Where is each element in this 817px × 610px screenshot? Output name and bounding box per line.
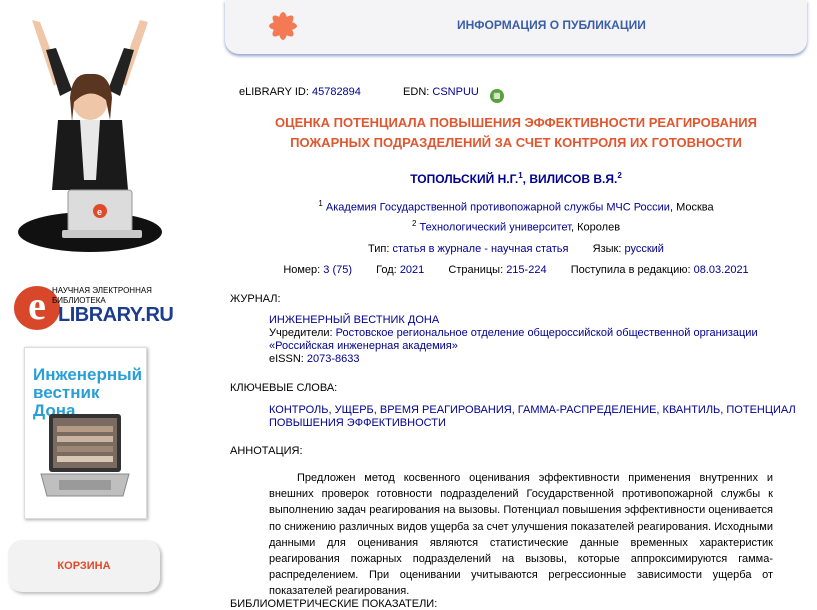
- svg-text:e: e: [97, 207, 102, 217]
- page-title: ИНФОРМАЦИЯ О ПУБЛИКАЦИИ: [457, 18, 646, 32]
- bibliometrics-section-label: БИБЛИОМЕТРИЧЕСКИЕ ПОКАЗАТЕЛИ:: [230, 598, 438, 610]
- affiliation-link[interactable]: Академия Государственной противопожарной…: [326, 202, 670, 214]
- author-link[interactable]: ТОПОЛЬСКИЙ Н.Г.: [410, 172, 518, 186]
- pages-label: Страницы:: [448, 264, 504, 276]
- publication-ids: eLIBRARY ID: 45782894 EDN: CSNPUU ▦: [239, 86, 504, 103]
- journal-block: ИНЖЕНЕРНЫЙ ВЕСТНИК ДОНА Учредители: Рост…: [269, 314, 758, 366]
- elibrary-id-label: eLIBRARY ID:: [239, 86, 309, 98]
- language-value: русский: [624, 243, 664, 255]
- aff-sup: 1: [318, 199, 323, 208]
- eissn-value: 2073-8633: [306, 353, 360, 365]
- affiliation-city: , Королев: [571, 221, 621, 234]
- number-label: Номер:: [283, 264, 321, 276]
- keywords-section-label: КЛЮЧЕВЫЕ СЛОВА:: [230, 382, 338, 394]
- affiliations: 1 Академия Государственной противопожарн…: [225, 196, 807, 235]
- article-title-line: ПОЖАРНЫХ ПОДРАЗДЕЛЕНИЙ ЗА СЧЕТ КОНТРОЛЯ …: [290, 135, 742, 150]
- journal-name-link[interactable]: ИНЖЕНЕРНЫЙ ВЕСТНИК ДОНА: [269, 314, 758, 327]
- year-value: 2021: [399, 264, 425, 276]
- authors: ТОПОЛЬСКИЙ Н.Г.1, ВИЛИСОВ В.Я.2: [410, 171, 622, 186]
- sidebar: e e НАУЧНАЯ ЭЛЕКТРОННАЯ БИБЛИОТЕКА LIBRA…: [0, 0, 220, 602]
- edn-label: EDN:: [403, 86, 430, 98]
- type-value: статья в журнале - научная статья: [392, 243, 569, 255]
- cart-button[interactable]: КОРЗИНА: [8, 540, 160, 592]
- elibrary-id-link[interactable]: 45782894: [312, 86, 361, 98]
- author-link[interactable]: ВИЛИСОВ В.Я.: [529, 172, 617, 186]
- language-label: Язык:: [592, 243, 622, 255]
- journal-section-label: ЖУРНАЛ:: [230, 293, 281, 305]
- issue-info-row: Номер: 3 (75) Год: 2021 Страницы: 215-22…: [225, 264, 807, 276]
- type-language-row: Тип: статья в журнале - научная статья Я…: [225, 243, 807, 255]
- elibrary-logo[interactable]: e НАУЧНАЯ ЭЛЕКТРОННАЯ БИБЛИОТЕКА LIBRARY…: [14, 286, 174, 332]
- cover-laptop-image: [40, 414, 130, 497]
- abstract-section-label: АННОТАЦИЯ:: [230, 445, 303, 457]
- article-title: ОЦЕНКА ПОТЕНЦИАЛА ПОВЫШЕНИЯ ЭФФЕКТИВНОСТ…: [225, 113, 807, 153]
- author-sup: 1: [518, 171, 523, 180]
- year-label: Год:: [376, 264, 397, 276]
- founder-value[interactable]: Ростовское региональное отделение общеро…: [336, 327, 758, 339]
- article-title-line: ОЦЕНКА ПОТЕНЦИАЛА ПОВЫШЕНИЯ ЭФФЕКТИВНОСТ…: [275, 115, 757, 130]
- abstract-text: Предложен метод косвенного оценивания эф…: [269, 472, 773, 598]
- publication-content: eLIBRARY ID: 45782894 EDN: CSNPUU ▦ ОЦЕН…: [225, 60, 807, 610]
- keywords-line[interactable]: ПОВЫШЕНИЯ ЭФФЕКТИВНОСТИ: [269, 417, 796, 430]
- flower-decoration-icon: [269, 12, 297, 40]
- affiliation-link[interactable]: Технологический университет: [419, 221, 571, 233]
- grid-icon[interactable]: ▦: [489, 89, 504, 103]
- author-sup: 2: [617, 171, 622, 180]
- received-label: Поступила в редакцию:: [570, 264, 691, 276]
- hero-woman-laptop-image: e: [18, 20, 162, 252]
- logo-wordmark: LIBRARY.RU: [58, 304, 174, 326]
- number-link[interactable]: 3 (75): [323, 264, 352, 276]
- eissn-label: eISSN:: [269, 353, 304, 365]
- edn-link[interactable]: CSNPUU: [432, 86, 478, 98]
- received-value: 08.03.2021: [693, 264, 749, 276]
- header-bar: ИНФОРМАЦИЯ О ПУБЛИКАЦИИ: [225, 0, 807, 54]
- keywords-line[interactable]: КОНТРОЛЬ, УЩЕРБ, ВРЕМЯ РЕАГИРОВАНИЯ, ГАМ…: [269, 404, 796, 417]
- aff-sup: 2: [411, 218, 417, 228]
- affiliation-city: , Москва: [669, 201, 714, 214]
- founder-value-cont[interactable]: «Российская инженерная академия»: [269, 340, 758, 353]
- pages-value: 215-224: [506, 264, 547, 276]
- logo-caption: НАУЧНАЯ ЭЛЕКТРОННАЯ БИБЛИОТЕКА: [52, 286, 152, 305]
- founder-label: Учредители:: [269, 327, 333, 339]
- journal-cover[interactable]: Инженерный вестник Дона: [24, 347, 147, 519]
- type-label: Тип:: [368, 243, 390, 255]
- keywords-block: КОНТРОЛЬ, УЩЕРБ, ВРЕМЯ РЕАГИРОВАНИЯ, ГАМ…: [269, 404, 796, 430]
